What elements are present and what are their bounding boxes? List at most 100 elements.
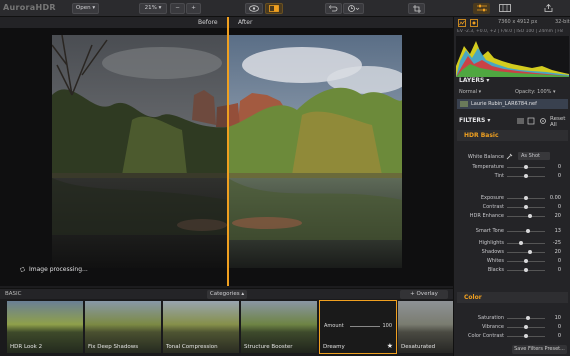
filters-header: FILTERS ▾ Reset All — [454, 116, 570, 128]
slider-value[interactable]: 20 — [555, 213, 561, 219]
favorite-star-icon[interactable]: ★ — [387, 342, 393, 350]
slider-row: Tint 0 — [454, 172, 570, 181]
preset-thumb[interactable]: Tonal Compression — [163, 301, 239, 353]
slider-knob[interactable] — [524, 205, 528, 209]
slider-knob[interactable] — [524, 196, 528, 200]
slider-label: Vibrance — [482, 324, 504, 330]
slider-knob[interactable] — [527, 214, 532, 218]
image-dimensions: 7360 x 4912 px — [498, 19, 538, 25]
preset-label: Tonal Compression — [166, 344, 218, 350]
layers-title[interactable]: LAYERS ▾ — [459, 77, 489, 84]
preset-label: Desaturated — [401, 344, 436, 350]
filter-list-icon[interactable] — [517, 118, 524, 124]
exif-info: EV -2.3, +0.0, +2 | F/8.0 | ISO 100 | 24… — [457, 29, 563, 34]
slider-row: Whites 0 — [454, 257, 570, 266]
preset-thumb[interactable]: Structure Booster — [241, 301, 317, 353]
slider-knob[interactable] — [526, 229, 531, 233]
open-button[interactable]: Open ▾ — [72, 3, 99, 14]
layer-name: Laurie Rubin_LAR6784.nef — [471, 101, 537, 107]
slider-knob[interactable] — [524, 334, 528, 338]
save-filters-preset-button[interactable]: Save Filters Preset... — [512, 345, 567, 354]
zoom-in-button[interactable]: + — [186, 3, 201, 14]
zoom-dropdown[interactable]: 21% ▾ — [139, 3, 167, 14]
grid-icon — [498, 4, 511, 12]
overlay-preset-button[interactable]: + Overlay Preset... — [400, 290, 448, 306]
filters-panel-button[interactable] — [473, 3, 490, 14]
slider-row: Exposure 0.00 — [454, 194, 570, 203]
slider-knob[interactable] — [524, 325, 528, 329]
slider-label: Exposure — [480, 195, 504, 201]
share-icon — [544, 3, 553, 12]
slider-track[interactable] — [507, 216, 545, 217]
history-button[interactable] — [343, 3, 364, 14]
preview-toggle-button[interactable] — [245, 3, 263, 14]
slider-value[interactable]: -25 — [553, 240, 561, 246]
color-title: Color — [464, 294, 482, 301]
slider-value[interactable]: 0 — [558, 258, 561, 264]
after-label: After — [238, 19, 253, 26]
slider-knob[interactable] — [524, 174, 528, 178]
slider-knob[interactable] — [524, 268, 528, 272]
slider-row: HDR Enhance 20 — [454, 212, 570, 221]
opacity-dropdown[interactable]: Opacity: 100% ▾ — [515, 89, 556, 95]
compare-split-handle[interactable] — [227, 17, 229, 286]
preset-label: Fix Deep Shadows — [88, 344, 139, 350]
amount-label: Amount — [324, 323, 344, 329]
slider-value[interactable]: 13 — [555, 228, 561, 234]
slider-value[interactable]: 20 — [555, 249, 561, 255]
amount-slider[interactable] — [350, 326, 380, 327]
share-button[interactable] — [540, 3, 557, 14]
white-balance-select[interactable]: As Shot — [518, 152, 550, 160]
settings-icon[interactable] — [540, 118, 546, 124]
panel-info-icons — [458, 19, 494, 29]
preset-thumb[interactable]: Fix Deep Shadows — [85, 301, 161, 353]
preset-thumb[interactable]: HDR Look 2 — [7, 301, 83, 353]
slider-value[interactable]: 0 — [558, 173, 561, 179]
slider-knob[interactable] — [527, 250, 532, 254]
slider-label: Shadows — [481, 249, 504, 255]
image-info-icon[interactable] — [470, 19, 478, 27]
zoom-out-button[interactable]: − — [170, 3, 185, 14]
slider-knob[interactable] — [524, 259, 528, 263]
presets-panel-button[interactable] — [496, 3, 513, 14]
preset-label: HDR Look 2 — [10, 344, 43, 350]
blend-mode-dropdown[interactable]: Normal ▾ — [459, 89, 481, 95]
slider-track[interactable] — [507, 252, 545, 253]
slider-knob[interactable] — [525, 316, 530, 320]
reset-all-button[interactable]: Reset All — [550, 116, 570, 128]
slider-value[interactable]: 0 — [558, 267, 561, 273]
slider-value[interactable]: 0 — [558, 333, 561, 339]
presets-strip: HDR Look 2 Fix Deep Shadows Tonal Compre… — [0, 299, 453, 356]
slider-value[interactable]: 0 — [558, 164, 561, 170]
slider-row: Highlights -25 — [454, 239, 570, 248]
slider-knob[interactable] — [519, 241, 524, 245]
preset-label: Structure Booster — [244, 344, 293, 350]
layer-item[interactable]: Laurie Rubin_LAR6784.nef — [457, 99, 568, 109]
preset-thumb[interactable]: Desaturated — [398, 301, 453, 353]
histogram-icon[interactable] — [458, 19, 466, 27]
slider-knob[interactable] — [524, 165, 528, 169]
slider-track[interactable] — [507, 243, 545, 244]
crop-button[interactable] — [408, 3, 425, 14]
color-group[interactable]: Color — [457, 292, 568, 303]
hdr-basic-group[interactable]: HDR Basic — [457, 130, 568, 141]
slider-value[interactable]: 0 — [558, 324, 561, 330]
white-balance-label: White Balance — [467, 154, 504, 160]
preset-label: Dreamy — [323, 344, 345, 350]
filters-title[interactable]: FILTERS ▾ — [459, 117, 490, 124]
categories-dropdown[interactable]: Categories ▴ — [207, 290, 247, 299]
eyedropper-icon[interactable] — [506, 153, 513, 162]
slider-value[interactable]: 0.00 — [550, 195, 561, 201]
split-view-button[interactable] — [265, 3, 283, 14]
preset-thumb-selected[interactable]: Amount 100 Dreamy ★ — [319, 300, 397, 354]
undo-icon — [329, 5, 338, 12]
slider-value[interactable]: 0 — [558, 204, 561, 210]
right-panel: 7360 x 4912 px 32-bit EV -2.3, +0.0, +2 … — [453, 17, 570, 356]
presets-section-label: BASIC — [5, 291, 22, 297]
slider-value[interactable]: 10 — [555, 315, 561, 321]
layers-controls: Normal ▾ Opacity: 100% ▾ — [457, 88, 568, 96]
mask-icon[interactable] — [527, 117, 535, 125]
presets-header: BASIC Categories ▴ + Overlay Preset... — [0, 288, 453, 306]
undo-button[interactable] — [325, 3, 342, 14]
slider-label: Whites — [486, 258, 504, 264]
